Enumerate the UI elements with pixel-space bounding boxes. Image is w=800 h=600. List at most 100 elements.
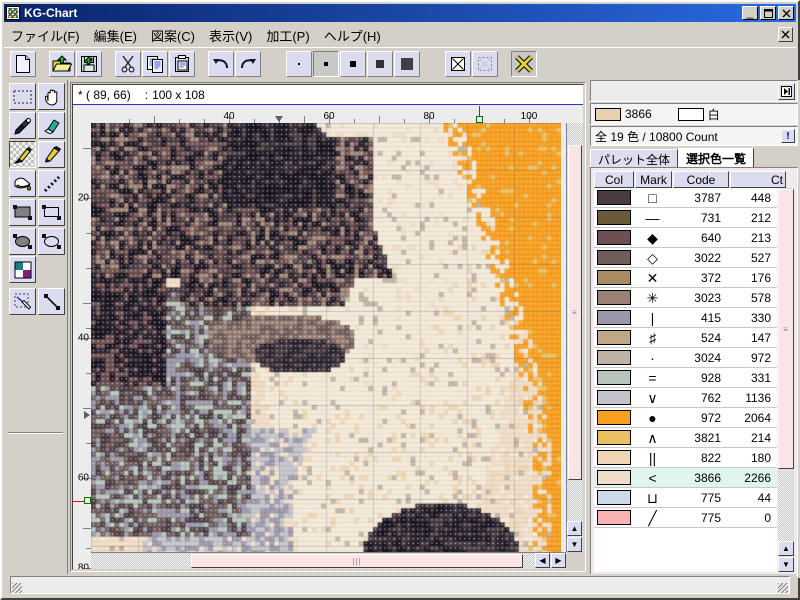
minimize-button[interactable]: _	[742, 6, 758, 20]
tool-filled-ellipse[interactable]	[9, 228, 36, 255]
menu-view[interactable]: 表示(V)	[202, 24, 259, 47]
tool-eyedropper[interactable]	[9, 112, 36, 139]
zoom-1-button[interactable]	[286, 50, 312, 77]
vertical-scroll-thumb[interactable]: ≡	[568, 145, 582, 480]
zoom-4-button[interactable]	[367, 50, 393, 77]
column-header-ct[interactable]: Ct	[730, 171, 786, 188]
row-color-swatch	[594, 430, 634, 445]
zoom-5-button[interactable]	[394, 50, 420, 77]
tool-select-rect[interactable]	[9, 83, 36, 110]
color-list: Col Mark Code Ct □ 3787 448 — 731 212 ◆ 640 213 ◇…	[590, 167, 798, 576]
menu-process[interactable]: 加工(P)	[259, 24, 316, 47]
horizontal-scroll-thumb[interactable]: |||	[191, 554, 523, 568]
table-row[interactable]: ∨ 762 1136	[594, 388, 777, 408]
table-row[interactable]: ∧ 3821 214	[594, 428, 777, 448]
tool-fill[interactable]	[9, 170, 36, 197]
scroll-right-button[interactable]: ▶	[551, 553, 566, 568]
table-row[interactable]: ✕ 372 176	[594, 268, 777, 288]
menu-file[interactable]: ファイル(F)	[4, 24, 87, 47]
canvas-vertical-scrollbar[interactable]: ≡ ▲ ▼	[566, 123, 583, 552]
vertical-ruler[interactable]: 20 40 60 80	[73, 123, 91, 569]
row-code: 928	[700, 370, 721, 385]
color-list-scroll-up[interactable]: ▲	[778, 541, 794, 556]
menu-edit[interactable]: 編集(E)	[87, 24, 144, 47]
row-mark: ||	[648, 449, 657, 466]
grid-cross-button[interactable]	[445, 50, 471, 77]
hand-icon	[39, 84, 64, 109]
tool-spray[interactable]	[38, 170, 65, 197]
canvas-horizontal-scrollbar[interactable]: ||| ◀ ▶	[91, 552, 566, 569]
table-row[interactable]: <3866 2266	[594, 468, 777, 488]
table-row[interactable]: ● 972 2064	[594, 408, 777, 428]
tool-palette-swatch[interactable]	[9, 256, 36, 283]
column-header-code[interactable]: Code	[673, 171, 729, 188]
color-list-scroll-thumb[interactable]: ≡	[778, 189, 794, 469]
tool-eraser[interactable]	[38, 112, 65, 139]
tool-rect[interactable]	[38, 199, 65, 226]
row-code: 972	[700, 410, 721, 425]
mdi-child-close-button[interactable]	[778, 27, 793, 42]
tool-pencil[interactable]	[9, 141, 36, 168]
table-row[interactable]: ╱ 775 0	[594, 508, 777, 528]
palette-info-button[interactable]: !	[781, 129, 795, 143]
zoom-3-button[interactable]	[340, 50, 366, 77]
row-code: 3821	[694, 430, 721, 445]
filled-ellipse-icon	[10, 229, 35, 254]
column-header-mark[interactable]: Mark	[635, 171, 672, 188]
table-row[interactable]: ◇ 3022 527	[594, 248, 777, 268]
table-row[interactable]: — 731 212	[594, 208, 777, 228]
table-row[interactable]: | 415 330	[594, 308, 777, 328]
undo-button[interactable]	[208, 50, 234, 77]
document-status-line: * ( 89, 66) : 100 x 108	[73, 85, 583, 105]
stitch-mark-button[interactable]	[511, 50, 537, 77]
close-button[interactable]	[778, 6, 794, 20]
scroll-up-button[interactable]: ▲	[567, 521, 582, 536]
row-color-swatch	[594, 250, 634, 265]
tool-magic-wand[interactable]	[9, 288, 36, 315]
tab-selected-colors[interactable]: 選択色一覧	[678, 148, 755, 168]
column-header-col[interactable]: Col	[594, 171, 634, 188]
tool-line[interactable]	[38, 288, 65, 315]
tool-hand[interactable]	[38, 83, 65, 110]
redo-button[interactable]	[235, 50, 261, 77]
scroll-down-button[interactable]: ▼	[567, 537, 582, 552]
table-row[interactable]: ◆ 640 213	[594, 228, 777, 248]
table-row[interactable]: ⊔ 775 44	[594, 488, 777, 508]
tool-ellipse[interactable]	[38, 228, 65, 255]
table-row[interactable]: · 3024 972	[594, 348, 777, 368]
save-file-button[interactable]	[76, 50, 102, 77]
foreground-color-swatch[interactable]	[595, 107, 621, 121]
paste-button[interactable]	[169, 50, 195, 77]
row-color-swatch	[594, 190, 634, 205]
color-list-rows[interactable]: □ 3787 448 — 731 212 ◆ 640 213 ◇ 3022 527 ✕ 372 176 ✳ 30…	[594, 188, 777, 572]
table-row[interactable]: □ 3787 448	[594, 188, 777, 208]
open-file-button[interactable]	[49, 50, 75, 77]
tool-pen[interactable]	[38, 141, 65, 168]
copy-button[interactable]	[142, 50, 168, 77]
grid-dotted-button[interactable]	[472, 50, 498, 77]
table-row[interactable]: ♯ 524 147	[594, 328, 777, 348]
maximize-button[interactable]	[760, 6, 776, 20]
window-title: KG-Chart	[24, 6, 78, 20]
status-field	[10, 576, 790, 594]
table-row[interactable]: = 928 331	[594, 368, 777, 388]
new-file-button[interactable]	[10, 50, 36, 77]
tab-all-palette[interactable]: パレット全体	[590, 149, 679, 168]
horizontal-ruler[interactable]: 40 60 80 100	[91, 106, 583, 123]
menu-help[interactable]: ヘルプ(H)	[317, 24, 388, 47]
table-row[interactable]: || 822 180	[594, 448, 777, 468]
table-row[interactable]: ✳ 3023 578	[594, 288, 777, 308]
panel-collapse-button[interactable]	[778, 83, 795, 100]
current-colors-row: 3866 白	[590, 103, 798, 125]
scroll-left-button[interactable]: ◀	[535, 553, 550, 568]
cross-stitch-canvas[interactable]	[91, 123, 561, 552]
color-list-scroll-down[interactable]: ▼	[778, 557, 794, 572]
tool-filled-rect[interactable]	[9, 199, 36, 226]
canvas-viewport[interactable]	[91, 123, 566, 552]
menu-chart[interactable]: 図案(C)	[144, 24, 202, 47]
zoom-2-button[interactable]	[313, 50, 339, 77]
background-color-swatch[interactable]	[677, 107, 704, 121]
row-color-swatch	[594, 290, 634, 305]
cut-button[interactable]	[115, 50, 141, 77]
color-list-scrollbar[interactable]: ≡ ▲ ▼	[778, 188, 794, 572]
